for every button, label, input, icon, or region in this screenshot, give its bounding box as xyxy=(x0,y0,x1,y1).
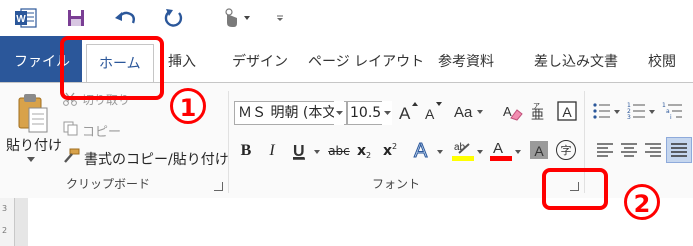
undo-icon[interactable] xyxy=(112,6,138,30)
group-separator xyxy=(228,91,229,193)
quick-access-toolbar: W xyxy=(0,0,693,36)
tab-design[interactable]: デザイン xyxy=(232,48,288,76)
save-icon[interactable] xyxy=(64,6,88,30)
subscript-label: x xyxy=(356,143,366,159)
align-center-icon[interactable] xyxy=(618,139,640,161)
annotation-box-font-launcher xyxy=(542,168,608,210)
phonetic-guide-icon[interactable]: 亜ア xyxy=(528,99,552,123)
format-painter-icon[interactable] xyxy=(62,148,80,164)
svg-text:A: A xyxy=(425,106,435,122)
redo-icon[interactable] xyxy=(162,6,186,30)
shrink-font-icon[interactable]: A xyxy=(424,99,444,123)
superscript-button[interactable]: x2 xyxy=(380,139,400,163)
subscript-button[interactable]: x2 xyxy=(354,139,374,163)
svg-text:A: A xyxy=(414,140,428,162)
svg-text:A: A xyxy=(493,140,503,157)
svg-text:W: W xyxy=(16,14,26,25)
character-shading-button[interactable]: A xyxy=(528,139,550,161)
ruler-mark: 2 xyxy=(2,226,8,235)
clipboard-group-label: クリップボード xyxy=(66,177,151,191)
svg-text:字: 字 xyxy=(561,143,572,157)
clipboard-dialog-launcher[interactable] xyxy=(214,182,223,191)
highlight-color-button[interactable]: ab xyxy=(450,137,486,163)
text-effects-button[interactable]: A xyxy=(412,137,446,163)
tab-page-layout[interactable]: ページ レイアウト xyxy=(308,48,424,76)
paste-button[interactable]: 貼り付け xyxy=(6,135,62,155)
svg-text:U: U xyxy=(293,143,305,160)
multilevel-list-icon[interactable]: 1ai xyxy=(662,99,692,123)
annotation-box-home-tab xyxy=(60,36,164,100)
copy-button[interactable]: コピー xyxy=(82,121,121,140)
superscript-label: x xyxy=(382,143,392,159)
font-size-dropdown-icon[interactable] xyxy=(382,101,392,125)
svg-text:A: A xyxy=(399,104,411,122)
word-logo-icon: W xyxy=(14,6,38,30)
bold-button[interactable]: B xyxy=(236,139,256,163)
character-border-icon[interactable]: A xyxy=(556,99,578,123)
touch-mode-icon[interactable] xyxy=(218,6,252,30)
svg-text:i: i xyxy=(670,114,672,121)
paste-dropdown-icon[interactable] xyxy=(26,155,36,163)
svg-text:A: A xyxy=(534,143,544,159)
font-color-button[interactable]: A xyxy=(488,137,524,163)
copy-icon[interactable] xyxy=(62,120,78,136)
tab-review[interactable]: 校閲 xyxy=(648,48,676,76)
bullets-icon[interactable] xyxy=(592,99,622,123)
customize-qat-icon[interactable] xyxy=(272,6,288,30)
underline-button[interactable]: U xyxy=(288,139,324,163)
vertical-ruler: 3 2 xyxy=(0,198,15,246)
annotation-marker-1: 1 xyxy=(170,88,206,124)
enclose-characters-button[interactable]: 字 xyxy=(554,139,578,161)
paste-icon[interactable] xyxy=(14,91,50,135)
font-name-dropdown-icon[interactable] xyxy=(334,101,344,125)
annotation-marker-2: 2 xyxy=(624,184,660,220)
svg-text:3: 3 xyxy=(627,114,631,121)
svg-text:Aa: Aa xyxy=(454,104,473,121)
italic-button[interactable]: I xyxy=(262,139,282,163)
svg-text:亜: 亜 xyxy=(531,108,544,122)
svg-text:A: A xyxy=(503,104,512,119)
tab-mailings[interactable]: 差し込み文書 xyxy=(534,48,618,76)
grow-font-icon[interactable]: A xyxy=(398,99,418,123)
svg-text:ア: ア xyxy=(533,102,540,110)
align-right-icon[interactable] xyxy=(642,139,664,161)
align-left-icon[interactable] xyxy=(594,139,616,161)
ruler-mark: 3 xyxy=(2,204,8,213)
font-name-box[interactable]: ＭＳ 明朝 (本文 xyxy=(234,101,347,125)
format-painter-button[interactable]: 書式のコピー/貼り付け xyxy=(84,149,229,169)
justify-icon[interactable] xyxy=(666,137,692,163)
tab-references[interactable]: 参考資料 xyxy=(438,48,494,76)
font-group-label: フォント xyxy=(372,177,421,191)
strikethrough-button[interactable]: abc xyxy=(326,139,352,163)
clear-formatting-icon[interactable]: A xyxy=(502,99,524,123)
tab-insert[interactable]: 挿入 xyxy=(168,48,196,76)
change-case-icon[interactable]: Aa xyxy=(452,99,486,123)
numbering-icon[interactable]: 123 xyxy=(626,99,658,123)
svg-text:A: A xyxy=(562,104,572,120)
